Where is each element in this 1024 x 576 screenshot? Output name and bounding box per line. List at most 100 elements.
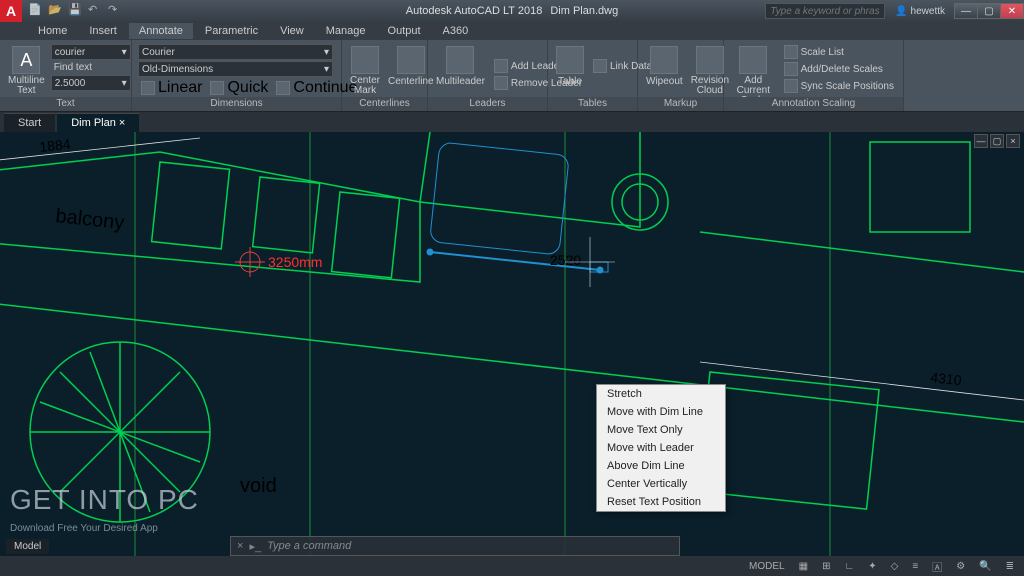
label-balcony: balcony (54, 205, 125, 234)
tab-output[interactable]: Output (378, 23, 431, 39)
panel-title-leaders: Leaders (428, 97, 547, 111)
dimension-context-menu: Stretch Move with Dim Line Move Text Onl… (596, 384, 726, 512)
add-delete-scales-button[interactable]: Add/Delete Scales (781, 61, 897, 77)
wipeout-button[interactable]: Wipeout (644, 44, 685, 89)
quick-icon (210, 81, 224, 95)
file-tabs: Start Dim Plan × (0, 112, 1024, 132)
watermark-text: GET INTO PC (10, 484, 199, 516)
user-menu[interactable]: 👤 hewettk (889, 6, 951, 17)
close-button[interactable]: ✕ (1000, 3, 1024, 19)
panel-dimensions: Courier▾ Old-Dimensions▾ Linear Quick Co… (132, 40, 342, 111)
tab-view[interactable]: View (270, 23, 314, 39)
text-height-combo[interactable]: 2.5000▾ (51, 75, 131, 91)
status-osnap-icon[interactable]: ◇ (887, 561, 903, 572)
quick-dim-button[interactable]: Quick (207, 78, 271, 98)
status-lweight-icon[interactable]: ≡ (908, 561, 922, 572)
tab-dim-plan[interactable]: Dim Plan × (57, 113, 139, 132)
tab-parametric[interactable]: Parametric (195, 23, 268, 39)
app-title: Autodesk AutoCAD LT 2018 (406, 5, 543, 17)
ctx-reset-text[interactable]: Reset Text Position (597, 493, 725, 511)
ctx-move-with-leader[interactable]: Move with Leader (597, 439, 725, 457)
status-polar-icon[interactable]: ✦ (864, 561, 880, 572)
ctx-center-vertically[interactable]: Center Vertically (597, 475, 725, 493)
chevron-down-icon: ▾ (122, 78, 127, 89)
linear-icon (141, 81, 155, 95)
panel-markup: Wipeout Revision Cloud Markup (638, 40, 724, 111)
ribbon-tabs: Home Insert Annotate Parametric View Man… (0, 22, 1024, 40)
sync-scale-button[interactable]: Sync Scale Positions (781, 78, 897, 94)
tab-start[interactable]: Start (4, 113, 55, 132)
ctx-move-dim-line[interactable]: Move with Dim Line (597, 403, 725, 421)
dim-3250: 3250mm (268, 254, 322, 270)
panel-tables: Table Link Data Tables (548, 40, 638, 111)
qat-redo-icon[interactable]: ↷ (108, 3, 124, 19)
model-space-tab[interactable]: Model (6, 539, 49, 554)
dim-1884: 1884 (39, 136, 72, 155)
chevron-down-icon: ▾ (324, 47, 329, 58)
status-menu-icon[interactable]: ≣ (1002, 561, 1018, 572)
status-anno-icon[interactable]: 🄰 (928, 559, 946, 574)
qat-undo-icon[interactable]: ↶ (88, 3, 104, 19)
ctx-above-dim-line[interactable]: Above Dim Line (597, 457, 725, 475)
maximize-button[interactable]: ▢ (977, 3, 1001, 19)
wipeout-icon (650, 46, 678, 74)
find-text-button[interactable]: Find text (51, 61, 131, 74)
font-combo[interactable]: courier▾ (51, 44, 131, 60)
center-mark-button[interactable]: Center Mark (348, 44, 382, 98)
dim-4310: 4310 (930, 369, 963, 388)
adddel-icon (784, 62, 798, 76)
command-line[interactable]: × ▸_ Type a command (230, 536, 680, 556)
panel-title-scaling: Annotation Scaling (724, 97, 903, 111)
close-tab-icon[interactable]: × (119, 117, 125, 129)
panel-annotation-scaling: Add Current Scale Scale List Add/Delete … (724, 40, 904, 111)
minimize-button[interactable]: — (954, 3, 978, 19)
ctx-stretch[interactable]: Stretch (597, 385, 725, 403)
tab-a360[interactable]: A360 (433, 23, 479, 39)
table-button[interactable]: Table (554, 44, 586, 89)
panel-title-centerlines: Centerlines (342, 97, 427, 111)
dim-font-combo[interactable]: Courier▾ (138, 44, 333, 60)
app-icon[interactable]: A (0, 0, 22, 22)
ribbon: AMultiline Text courier▾ Find text 2.500… (0, 40, 1024, 112)
status-zoom-icon[interactable]: 🔍 (975, 561, 995, 572)
ctx-move-text-only[interactable]: Move Text Only (597, 421, 725, 439)
cmd-placeholder: Type a command (267, 540, 351, 552)
dim-style-combo[interactable]: Old-Dimensions▾ (138, 61, 333, 77)
drawing-canvas[interactable]: — ▢ × (0, 132, 1024, 556)
status-gear-icon[interactable]: ⚙ (952, 561, 969, 572)
status-ortho-icon[interactable]: ∟ (840, 561, 858, 572)
watermark-subtext: Download Free Your Desired App (10, 523, 158, 534)
continue-icon (276, 81, 290, 95)
multileader-button[interactable]: Multileader (434, 44, 487, 89)
document-name: Dim Plan.dwg (550, 5, 618, 17)
scale-list-button[interactable]: Scale List (781, 44, 897, 60)
status-grid-icon[interactable]: ▦ (795, 561, 812, 572)
table-icon (556, 46, 584, 74)
tab-insert[interactable]: Insert (79, 23, 127, 39)
panel-text: AMultiline Text courier▾ Find text 2.500… (0, 40, 132, 111)
tab-annotate[interactable]: Annotate (129, 23, 193, 39)
cmd-prompt-icon: ▸_ (249, 540, 261, 553)
qat-open-icon[interactable]: 📂 (48, 3, 64, 19)
tab-home[interactable]: Home (28, 23, 77, 39)
status-model[interactable]: MODEL (745, 561, 789, 572)
status-snap-icon[interactable]: ⊞ (818, 561, 834, 572)
cmd-close-icon[interactable]: × (237, 540, 243, 552)
tab-manage[interactable]: Manage (316, 23, 376, 39)
linear-dim-button[interactable]: Linear (138, 78, 205, 98)
panel-title-dimensions: Dimensions (132, 97, 341, 111)
centerline-icon (397, 46, 425, 74)
add-leader-icon (494, 59, 508, 73)
text-icon: A (12, 46, 40, 74)
qat-save-icon[interactable]: 💾 (68, 3, 84, 19)
multiline-text-button[interactable]: AMultiline Text (6, 44, 47, 98)
sync-icon (784, 79, 798, 93)
remove-leader-icon (494, 76, 508, 90)
dim-2520[interactable]: 2520 (550, 252, 581, 268)
qat-new-icon[interactable]: 📄 (28, 3, 44, 19)
multileader-icon (446, 46, 474, 74)
window-title: Autodesk AutoCAD LT 2018 Dim Plan.dwg (406, 5, 618, 17)
center-mark-icon (351, 46, 379, 74)
help-search-input[interactable] (765, 3, 885, 19)
chevron-down-icon: ▾ (324, 64, 329, 75)
